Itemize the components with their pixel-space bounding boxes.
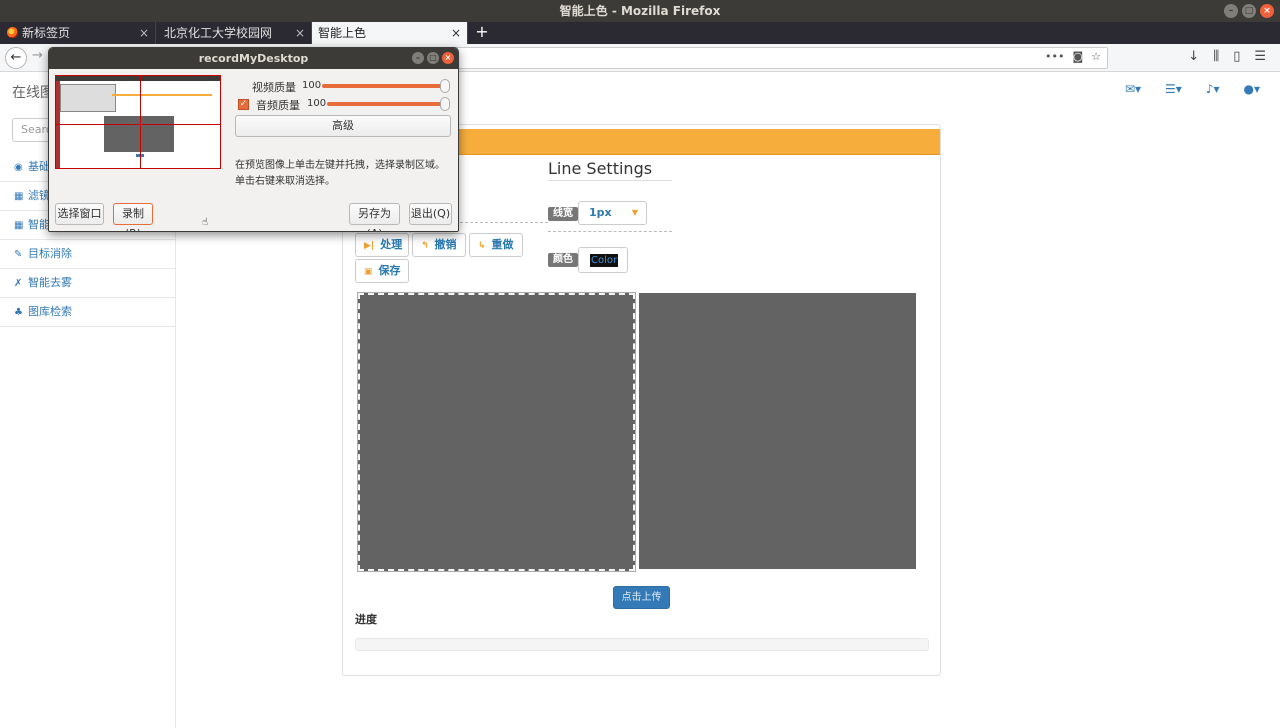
window-title: 智能上色 - Mozilla Firefox [559,4,721,18]
pocket-icon[interactable]: ◙ [1072,50,1083,63]
sitemap-icon: ♣ [14,307,23,318]
edit-icon: ✎ [14,249,23,260]
top-nav-icons: ✉▾ ☰▾ ♪▾ ●▾ [1125,82,1260,96]
sidebar-item-gallery-search[interactable]: ♣ 图库检索 [0,298,176,327]
process-button[interactable]: ▶| 处理 [355,233,409,257]
tab-close-icon[interactable]: × [451,22,461,44]
wrench-icon: ✗ [14,278,23,289]
undo-icon: ↰ [421,241,429,251]
minimize-icon[interactable]: – [1224,4,1238,18]
minimize-icon[interactable]: – [412,52,424,64]
library-icon[interactable]: ⫼ [1213,49,1219,64]
floppy-icon: ▣ [364,267,373,277]
selection-line [56,124,220,125]
recordmydesktop-dialog: recordMyDesktop – □ × 视频质量 100 ✓ 音频质量 10… [48,47,459,232]
tab-new-tab[interactable]: 新标签页 × [0,22,156,44]
download-icon[interactable]: ↓ [1188,49,1199,64]
tab-bar: 新标签页 × 北京化工大学校园网 × 智能上色 × + [0,22,1280,44]
firefox-icon [7,27,18,38]
sidebar-icon[interactable]: ▯ [1233,49,1240,64]
video-quality-label: 视频质量 [252,81,296,94]
forward-arrow-icon[interactable]: → [32,48,43,63]
tab-close-icon[interactable]: × [295,22,305,44]
save-button[interactable]: ▣ 保存 [355,259,409,283]
line-width-select[interactable]: 1px ▼ [578,201,647,225]
undo-button[interactable]: ↰ 撤销 [412,233,466,257]
dialog-title: recordMyDesktop [198,52,309,65]
back-arrow-icon[interactable]: ← [5,47,27,69]
caret-down-icon: ▼ [631,208,638,217]
selection-hint: 在预览图像上单击左键并托拽，选择录制区域。 单击右键来取消选择。 [235,160,445,187]
screen-preview[interactable] [55,75,221,169]
divider [548,231,672,232]
select-window-button[interactable]: 选择窗口 [55,203,104,225]
tab-campus-network[interactable]: 北京化工大学校园网 × [156,22,312,44]
mouse-pointer-icon: ☝ [202,217,209,228]
sidebar-item-dehaze[interactable]: ✗ 智能去雾 [0,269,176,298]
toolbar-right: ↓ ⫼ ▯ ☰ [1188,49,1266,64]
bookmark-star-icon[interactable]: ☆ [1091,50,1101,63]
video-quality-value: 100 [302,80,322,91]
audio-quality-label: 音频质量 [256,99,300,112]
table-icon: ▦ [14,220,24,231]
dialog-titlebar: recordMyDesktop – □ × [49,48,458,69]
result-canvas [639,293,916,569]
tab-smart-coloring[interactable]: 智能上色 × [312,22,468,44]
selection-line [140,76,141,168]
tab-close-icon[interactable]: × [139,22,149,44]
close-icon[interactable]: × [1260,4,1274,18]
maximize-icon[interactable]: □ [427,52,439,64]
envelope-icon[interactable]: ✉▾ [1125,82,1141,96]
advanced-button[interactable]: 高级 [235,115,451,137]
slider-handle[interactable] [440,97,450,111]
color-picker-button[interactable]: Color [578,247,628,273]
close-icon[interactable]: × [442,52,454,64]
window-titlebar: 智能上色 - Mozilla Firefox – □ × [0,0,1280,22]
tasks-icon[interactable]: ☰▾ [1165,82,1182,96]
upload-button[interactable]: 点击上传 [613,586,670,609]
process-icon: ▶| [364,241,375,251]
url-actions: ••• ◙ ☆ [1045,50,1101,63]
sidebar-item-object-removal[interactable]: ✎ 目标消除 [0,240,176,269]
new-tab-icon[interactable]: + [468,22,496,44]
dialog-window-controls: – □ × [412,52,454,64]
redo-button[interactable]: ↳ 重做 [469,233,523,257]
user-icon[interactable]: ●▾ [1244,82,1261,96]
maximize-icon[interactable]: □ [1242,4,1256,18]
drawing-canvas[interactable] [357,292,636,572]
line-width-label: 线宽 [548,207,578,221]
color-label: 颜色 [548,253,578,267]
progress-bar [355,638,929,651]
table-icon: ▦ [14,191,24,202]
dashboard-icon: ◉ [14,162,23,173]
record-button[interactable]: 录制(R) ☝ [113,203,208,231]
save-as-button[interactable]: 另存为(A) [349,203,400,231]
menu-icon[interactable]: ☰ [1254,49,1266,64]
slider-handle[interactable] [440,79,450,93]
video-quality-slider[interactable] [322,79,450,93]
window-controls: – □ × [1224,4,1274,18]
quit-button[interactable]: 退出(Q) [409,203,452,225]
line-settings-title: Line Settings [548,159,672,181]
progress-label: 进度 [355,613,377,626]
audio-quality-value: 100 [307,98,327,109]
page-actions-icon[interactable]: ••• [1045,50,1064,63]
audio-quality-slider[interactable] [327,97,450,111]
redo-icon: ↳ [478,241,486,251]
bell-icon[interactable]: ♪▾ [1206,82,1220,96]
